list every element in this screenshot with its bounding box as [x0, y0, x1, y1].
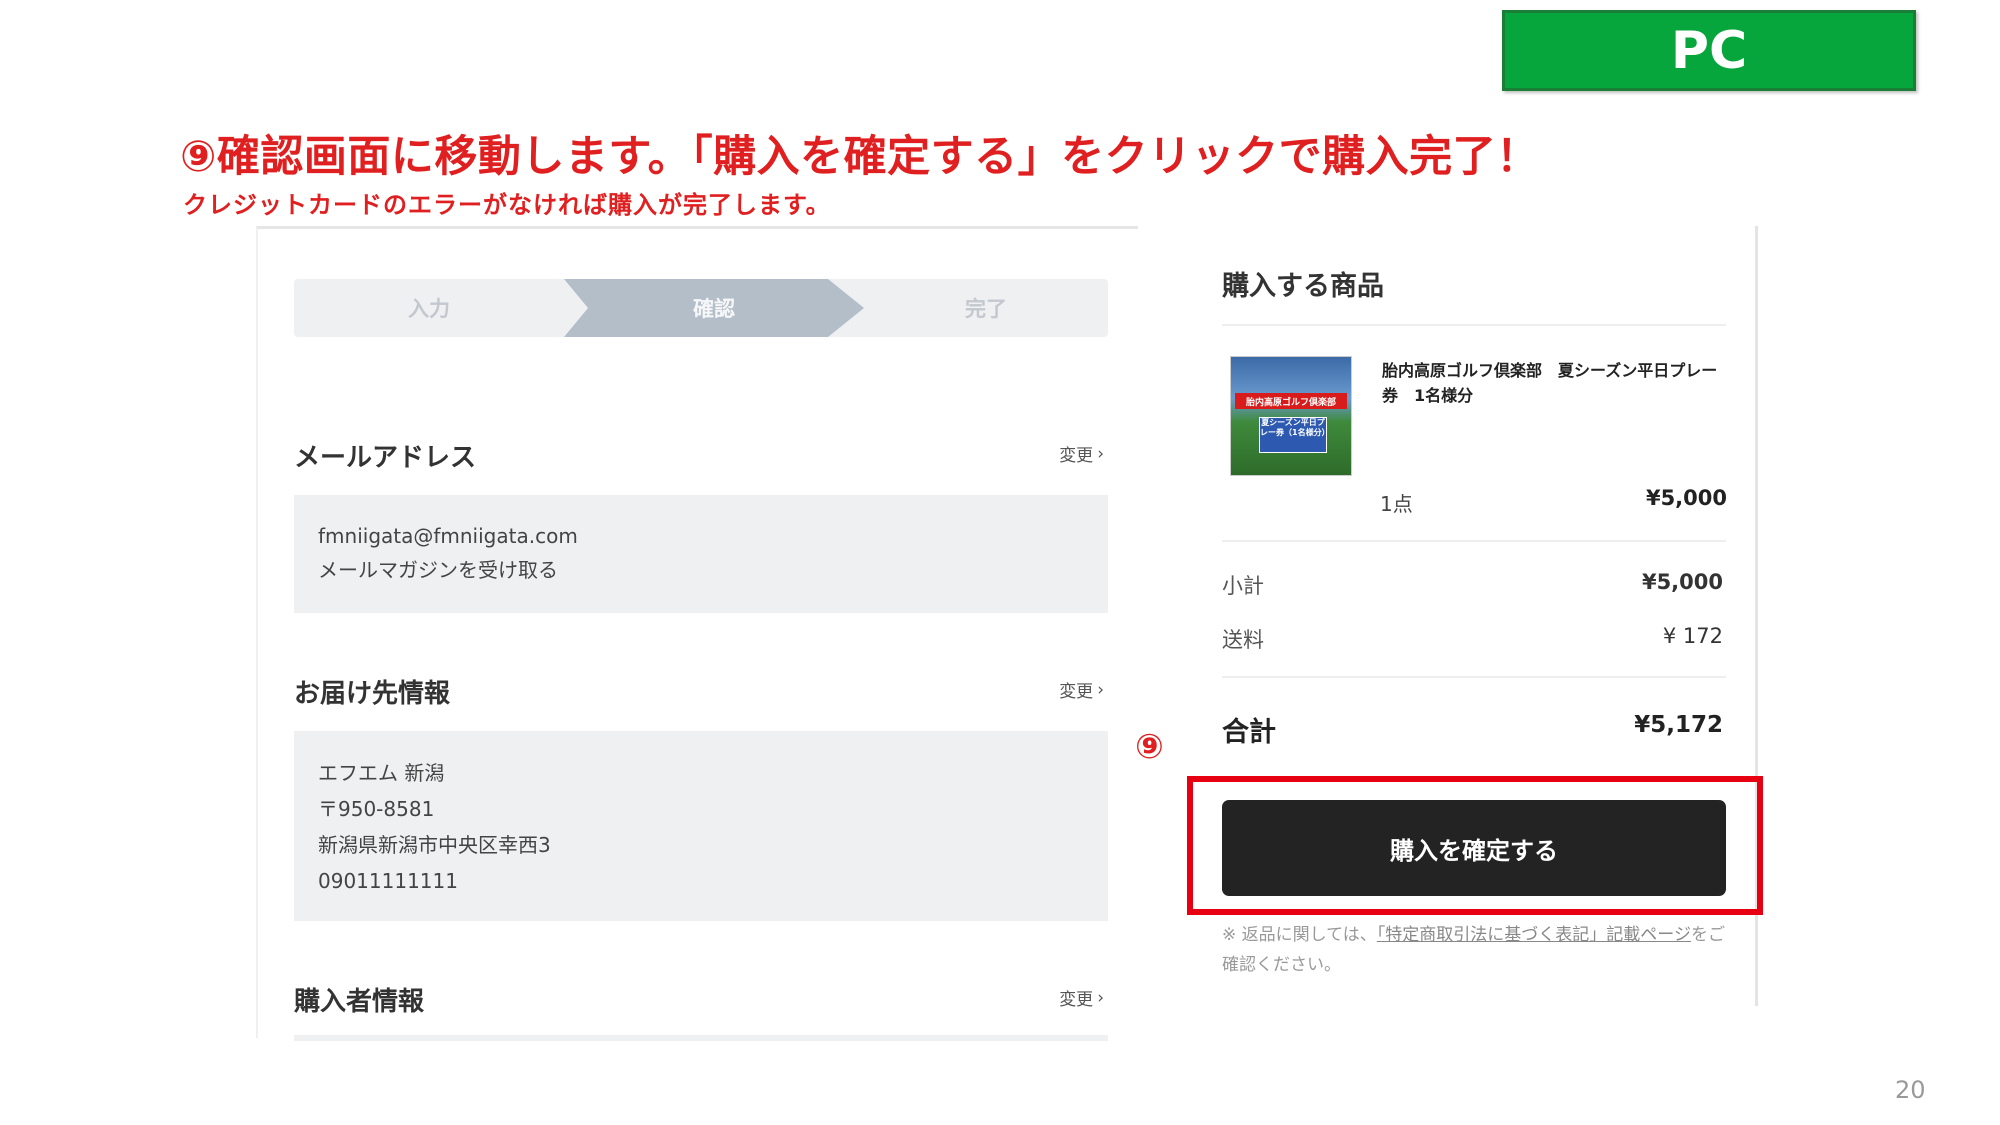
page-number: 20	[1895, 1076, 1926, 1104]
step-complete: 完了	[965, 297, 1007, 321]
subtotal-label: 小計	[1222, 574, 1264, 598]
phone-number: 09011111111	[318, 869, 458, 893]
change-label: 変更	[1059, 990, 1094, 1010]
product-name: 胎内高原ゴルフ倶楽部 夏シーズン平日プレー券 1名様分	[1382, 361, 1718, 405]
total-label: 合計	[1222, 717, 1276, 748]
chevron-right-icon: ›	[1097, 987, 1104, 1008]
product-quantity: 1点	[1380, 492, 1413, 516]
order-summary-title: 購入する商品	[1222, 271, 1384, 302]
step-marker: ⑨	[1135, 727, 1164, 767]
newsletter-optin: メールマガジンを受け取る	[318, 558, 558, 582]
step-input: 入力	[408, 297, 450, 321]
purchaser-section-title: 購入者情報	[294, 987, 425, 1017]
shipping-label: 送料	[1222, 628, 1264, 652]
instruction-subheading: クレジットカードのエラーがなければ購入が完了します。	[183, 191, 831, 219]
divider	[1222, 676, 1726, 678]
change-label: 変更	[1059, 446, 1094, 466]
platform-badge: PC	[1502, 10, 1916, 91]
change-label: 変更	[1059, 682, 1094, 702]
confirmation-details-panel: 入力 確認 完了 メールアドレス 変更 › fmniigata@fmniigat…	[256, 226, 1138, 1041]
delivery-info-box: エフエム 新潟 〒950-8581 新潟県新潟市中央区幸西3 090111111…	[294, 731, 1108, 921]
delivery-section-title: お届け先情報	[294, 679, 451, 709]
legal-notice-link[interactable]: 「特定商取引法に基づく表記」記載ページ	[1377, 925, 1691, 945]
instruction-heading: ⑨確認画面に移動します。「購入を確定する」をクリックで購入完了！	[180, 132, 1540, 182]
thumbnail-banner: 胎内高原ゴルフ倶楽部	[1235, 393, 1347, 409]
product-price: ¥5,000	[1645, 486, 1727, 510]
confirm-button-highlight	[1187, 776, 1763, 915]
chevron-right-icon: ›	[1097, 679, 1104, 700]
email-info-box: fmniigata@fmniigata.com メールマガジンを受け取る	[294, 495, 1108, 613]
email-address: fmniigata@fmniigata.com	[318, 524, 578, 548]
total-value: ¥5,172	[1634, 712, 1723, 738]
shipping-value: ¥ 172	[1662, 624, 1723, 648]
address: 新潟県新潟市中央区幸西3	[318, 833, 551, 857]
returns-note-prefix: ※ 返品に関しては、	[1222, 925, 1377, 945]
divider	[1222, 324, 1726, 326]
divider	[1222, 540, 1726, 542]
chevron-right-icon: ›	[1097, 443, 1104, 464]
section-divider	[294, 1035, 1108, 1041]
email-change-link[interactable]: 変更 ›	[1059, 441, 1104, 467]
product-thumbnail: 胎内高原ゴルフ倶楽部 夏シーズン平日プレー券（1名様分）	[1230, 356, 1352, 476]
postal-code: 〒950-8581	[318, 797, 435, 821]
subtotal-value: ¥5,000	[1641, 570, 1723, 594]
delivery-change-link[interactable]: 変更 ›	[1059, 677, 1104, 703]
recipient-name: エフエム 新潟	[318, 761, 445, 785]
email-section-title: メールアドレス	[294, 443, 477, 473]
step-confirm-active: 確認	[564, 279, 864, 337]
checkout-steps: 入力 確認 完了	[294, 279, 1108, 337]
purchaser-change-link[interactable]: 変更 ›	[1059, 985, 1104, 1011]
thumbnail-caption: 夏シーズン平日プレー券（1名様分）	[1259, 417, 1327, 453]
returns-note: ※ 返品に関しては、「特定商取引法に基づく表記」記載ページをご確認ください。	[1222, 920, 1732, 980]
